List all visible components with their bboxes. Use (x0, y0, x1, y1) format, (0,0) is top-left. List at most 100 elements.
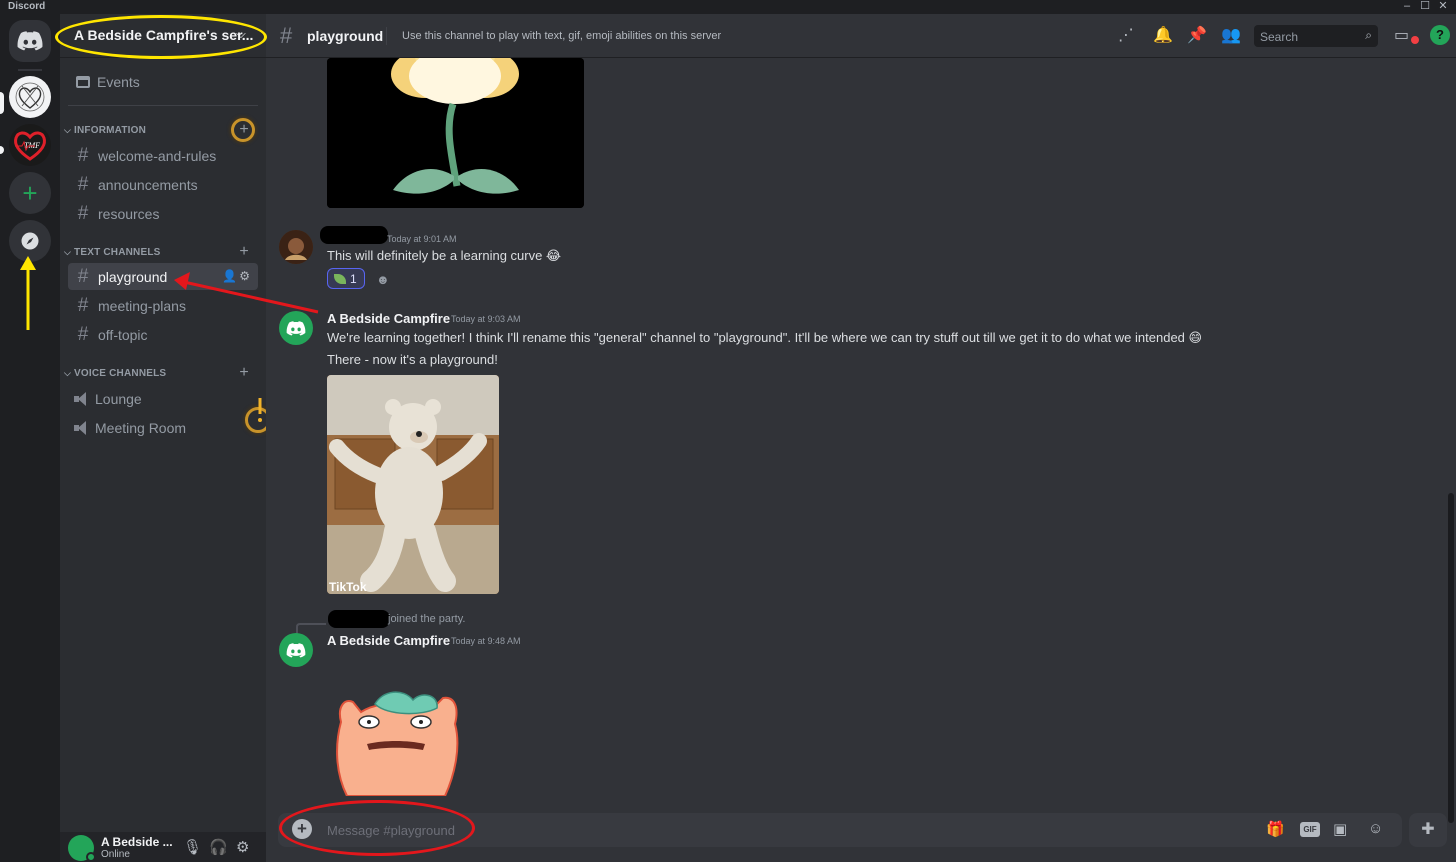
app-name: Discord (8, 1, 46, 12)
gift-icon[interactable]: 🎁 (1266, 820, 1285, 838)
direct-messages-button[interactable] (9, 20, 51, 62)
category-text-channels[interactable]: ⌵ TEXT CHANNELS (64, 244, 161, 260)
system-message: joined the party. (388, 613, 466, 625)
avatar[interactable] (279, 633, 313, 667)
unread-indicator (0, 146, 4, 154)
avatar[interactable] (279, 230, 313, 264)
chat-area: # playground Use this channel to play wi… (266, 14, 1456, 862)
channel-sidebar: A Bedside Campfire's ser... ⌵ Events ⌵ I… (60, 14, 271, 862)
selected-server-indicator (0, 92, 4, 114)
reaction-count: 1 (350, 272, 357, 286)
channel-label: playground (98, 268, 168, 285)
redacted-username (320, 226, 388, 244)
maximize-icon[interactable]: ☐ (1418, 0, 1432, 14)
apps-icon[interactable]: ✚ (1409, 813, 1447, 847)
reaction-button[interactable]: 1 (327, 268, 365, 289)
highlight-ring (231, 118, 255, 142)
compass-icon (21, 232, 39, 250)
search-placeholder: Search (1260, 30, 1299, 44)
leaf-emoji-icon (334, 274, 346, 284)
channel-topic[interactable]: Use this channel to play with text, gif,… (402, 30, 721, 42)
add-reaction-icon[interactable]: ☻ (376, 272, 390, 287)
add-server-icon: + (22, 177, 38, 208)
user-panel: A Bedside ... Online 🎙 🎧 ⚙ (60, 832, 266, 862)
notification-dot (1411, 36, 1419, 44)
channel-welcome-and-rules[interactable]: # welcome-and-rules (68, 142, 258, 169)
events-item[interactable]: Events (68, 70, 258, 94)
members-icon[interactable]: 👥 (1221, 25, 1241, 45)
heart-logo-icon: TMF (14, 131, 46, 161)
explore-servers-button[interactable] (9, 220, 51, 262)
mic-icon[interactable]: 🎙 (183, 838, 202, 856)
dancing-bear-gif[interactable]: TikTok (327, 375, 499, 594)
user-status: Online (101, 849, 130, 860)
channel-announcements[interactable]: # announcements (68, 171, 258, 198)
sticker-icon[interactable]: ▣ (1333, 820, 1347, 838)
window-titlebar: Discord – ☐ ✕ (0, 0, 1456, 14)
channel-meeting-plans[interactable]: # meeting-plans (68, 292, 258, 319)
category-voice-channels[interactable]: ⌵ VOICE CHANNELS (64, 365, 166, 381)
category-label: TEXT CHANNELS (74, 246, 161, 258)
help-icon[interactable]: ? (1430, 25, 1450, 45)
threads-icon[interactable]: ⋰ (1118, 25, 1134, 45)
channel-label: Meeting Room (95, 419, 187, 436)
server-list-divider (18, 69, 42, 71)
inbox-icon[interactable]: ▭ (1394, 25, 1409, 45)
flower-gif[interactable] (327, 58, 584, 208)
chevron-down-icon: ⌵ (64, 367, 72, 378)
channel-off-topic[interactable]: # off-topic (68, 321, 258, 348)
speaker-icon (74, 391, 89, 406)
message-author[interactable]: A Bedside Campfire (327, 633, 450, 648)
hash-icon: # (77, 173, 89, 195)
user-avatar-image (279, 230, 313, 264)
channel-playground[interactable]: # playground 👤⚙ (68, 263, 258, 290)
channel-lounge[interactable]: Lounge (68, 385, 258, 412)
gif-icon[interactable]: GIF (1300, 822, 1320, 837)
channel-label: announcements (98, 176, 198, 193)
peach-sticker[interactable] (327, 686, 467, 796)
channel-label: off-topic (98, 326, 148, 343)
channel-resources[interactable]: # resources (68, 200, 258, 227)
calendar-icon (76, 76, 90, 88)
avatar[interactable] (279, 311, 313, 345)
peach-character-image (336, 691, 459, 796)
channel-meeting-room[interactable]: Meeting Room (68, 414, 258, 441)
close-icon[interactable]: ✕ (1436, 0, 1450, 14)
annotation-ellipse-server-name (55, 15, 267, 59)
search-input[interactable]: Search ⌕ (1254, 25, 1378, 47)
chevron-down-icon: ⌵ (64, 124, 72, 135)
create-channel-icon[interactable]: + (237, 365, 251, 381)
category-label: INFORMATION (74, 124, 147, 136)
channel-title: playground (307, 28, 384, 44)
channel-header: # playground Use this channel to play wi… (266, 14, 1456, 58)
pin-icon[interactable]: 📌 (1187, 25, 1207, 45)
message-author[interactable]: A Bedside Campfire (327, 311, 450, 326)
gear-icon[interactable]: ⚙ (239, 269, 252, 283)
sidebar-divider (68, 105, 258, 106)
scrollbar[interactable] (1448, 58, 1454, 823)
flower-image (327, 58, 584, 208)
invite-icon[interactable]: 👤 (222, 269, 239, 283)
hash-icon: # (77, 265, 89, 287)
message-text: This will definitely be a learning curve… (327, 248, 562, 263)
create-channel-icon[interactable]: + (237, 244, 251, 260)
minimize-icon[interactable]: – (1400, 0, 1414, 14)
category-information[interactable]: ⌵ INFORMATION (64, 122, 146, 138)
speaker-icon (74, 420, 89, 435)
hash-icon: # (77, 294, 89, 316)
gear-icon[interactable]: ⚙ (236, 838, 249, 856)
emoji-icon[interactable]: ☺ (1368, 820, 1383, 837)
header-divider (386, 27, 387, 45)
scrollbar-thumb[interactable] (1448, 493, 1454, 823)
discord-logo-icon (286, 642, 306, 658)
channel-label: resources (98, 205, 160, 222)
discord-logo-icon (286, 320, 306, 336)
channel-label: meeting-plans (98, 297, 186, 314)
message-timestamp: Today at 9:01 AM (387, 234, 457, 244)
headphones-icon[interactable]: 🎧 (209, 838, 228, 856)
server-icon-tmf[interactable]: TMF (9, 124, 51, 166)
server-icon-bedside-campfire[interactable] (9, 76, 51, 118)
add-server-button[interactable]: + (9, 172, 51, 214)
message-text: We're learning together! I think I'll re… (327, 330, 1203, 345)
bell-icon[interactable]: 🔔 (1153, 25, 1173, 45)
